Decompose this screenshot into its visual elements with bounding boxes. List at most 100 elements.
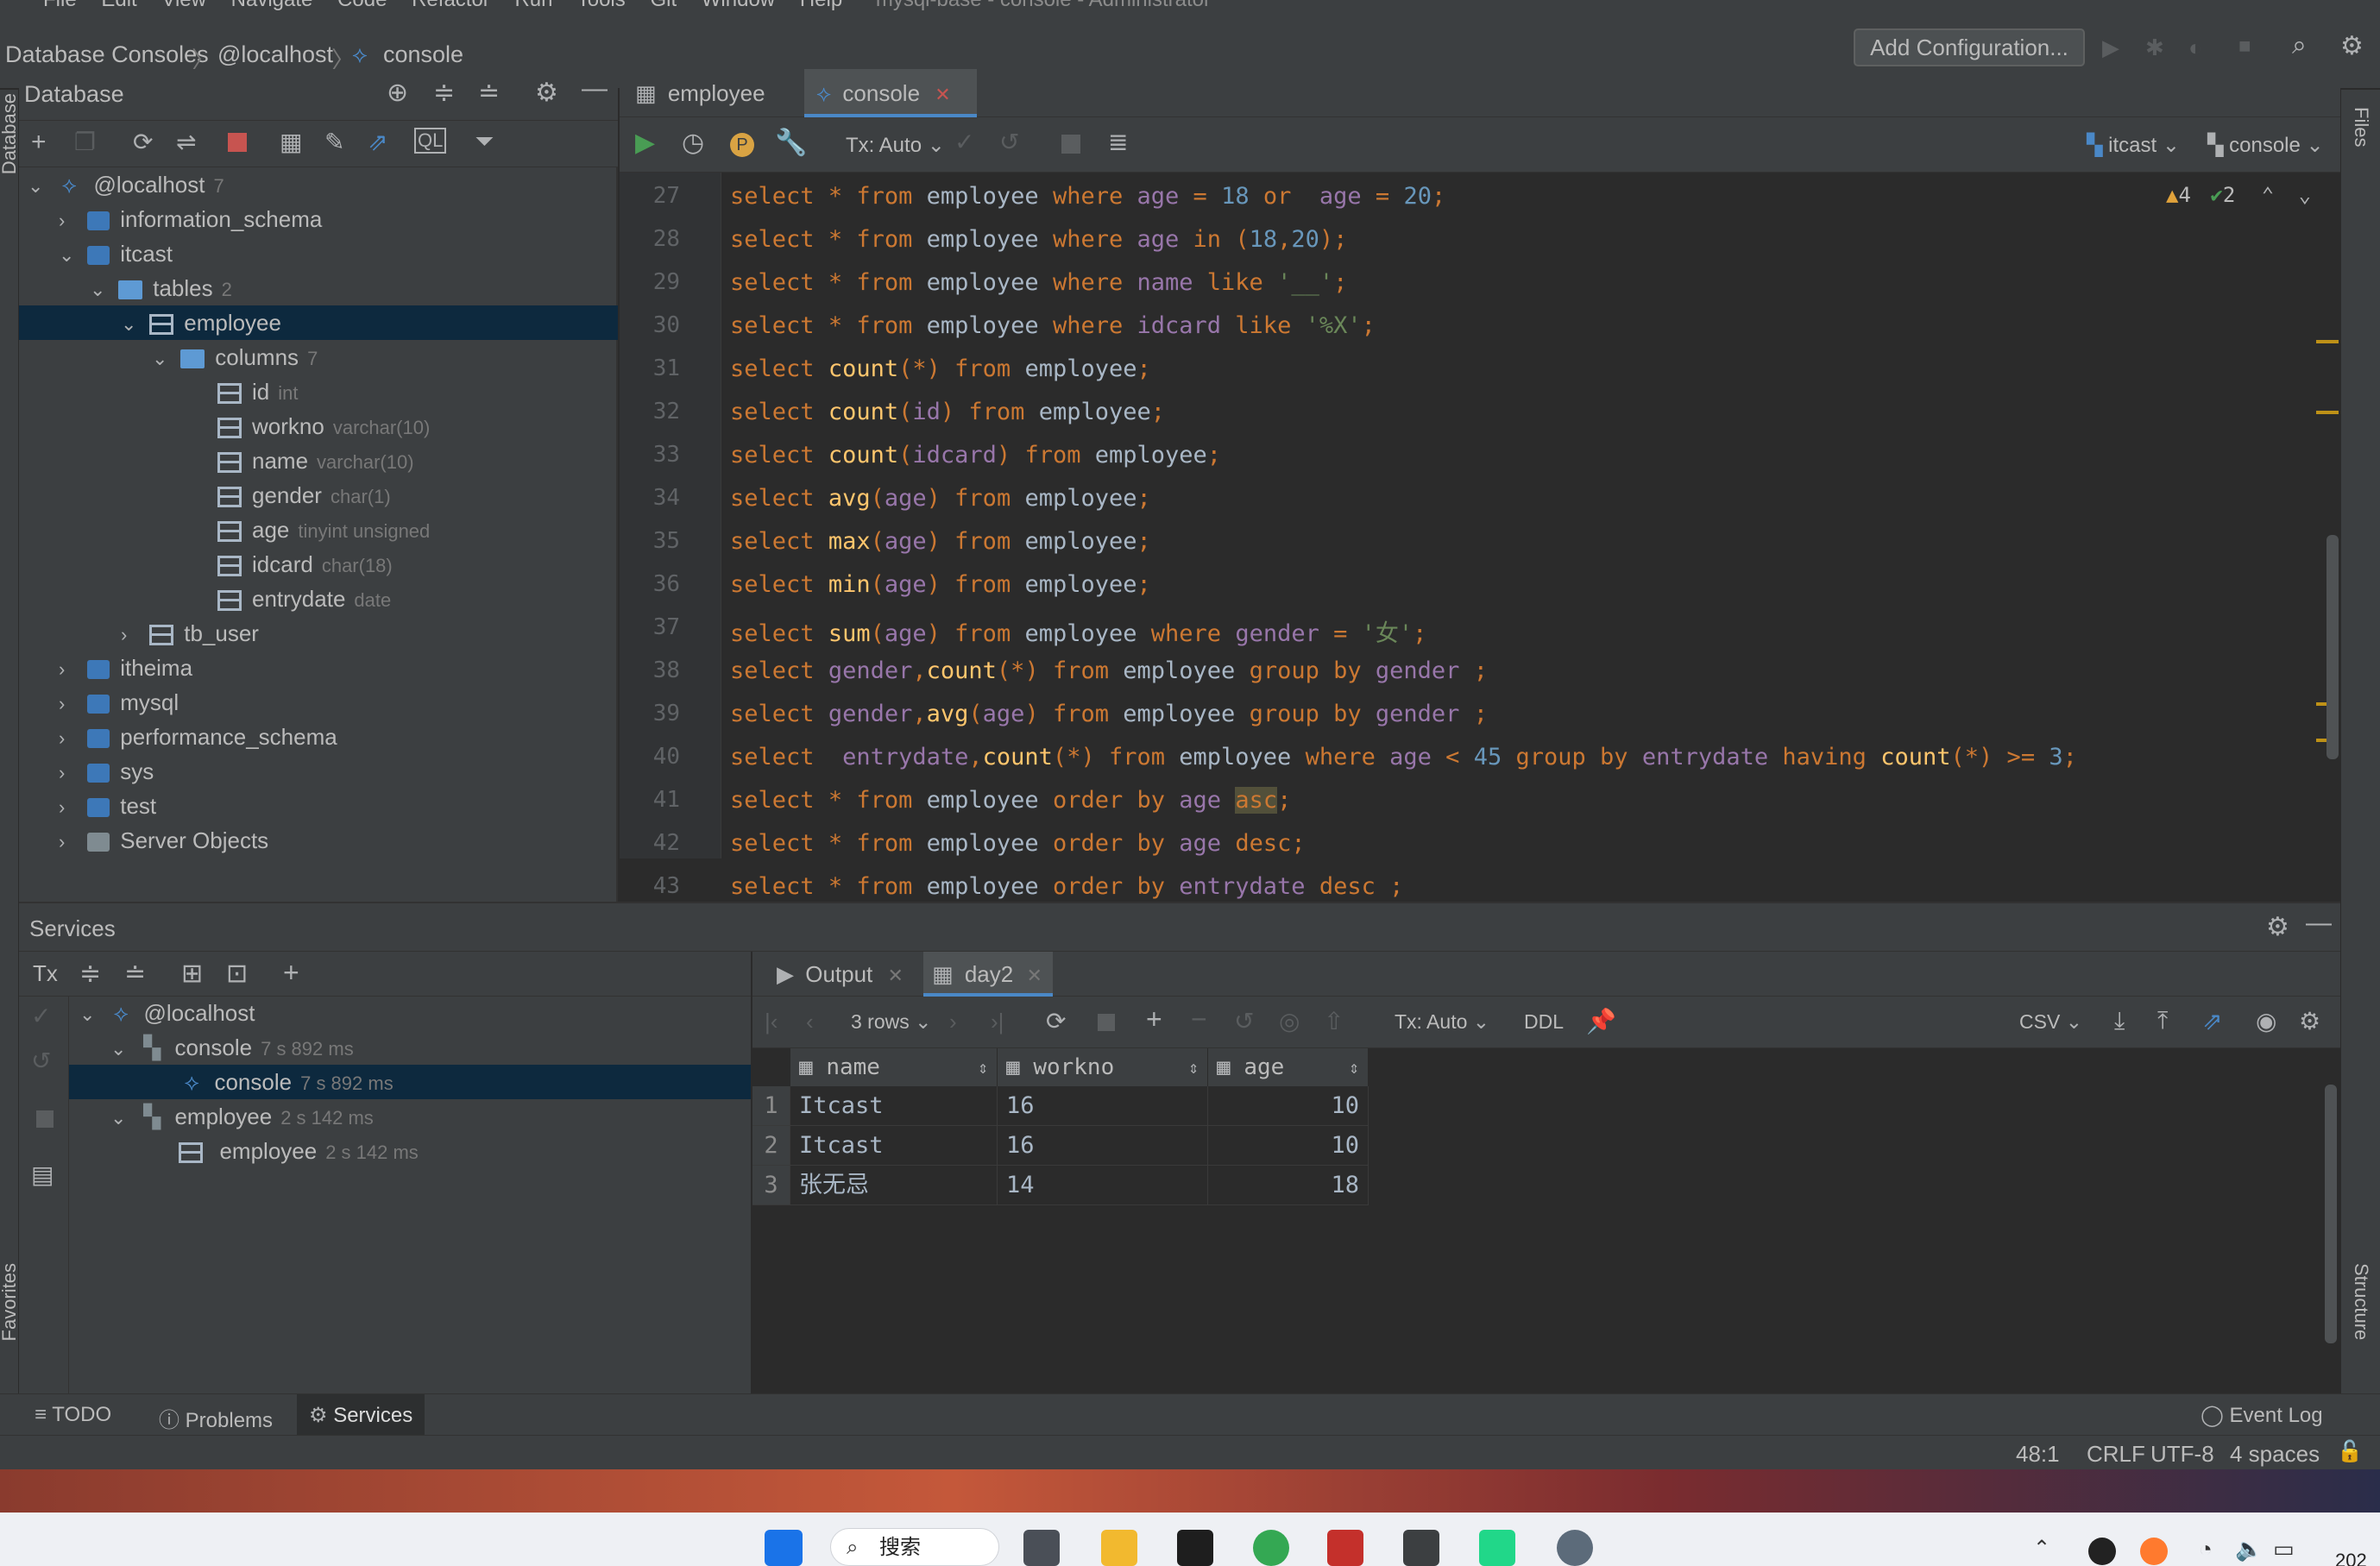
stop-icon[interactable] [36, 1110, 54, 1128]
code-line[interactable]: select * from employee order by age asc; [730, 787, 1291, 814]
menu-file[interactable]: File [43, 0, 77, 11]
refresh-icon[interactable]: ⟳ [1046, 1007, 1066, 1035]
menu-navigate[interactable]: Navigate [231, 0, 313, 11]
code-line[interactable]: select * from employee where age = 18 or… [730, 183, 1445, 210]
menu-help[interactable]: Help [800, 0, 842, 11]
chevron-right-icon[interactable]: › [59, 790, 81, 825]
column-header-workno[interactable]: ▦ workno ⇕ [998, 1048, 1208, 1086]
commit-icon[interactable]: ✓ [954, 128, 974, 156]
tree-item-performance-schema[interactable]: › performance_schema [19, 720, 618, 754]
preview-changes-icon[interactable]: ◎ [1279, 1007, 1300, 1035]
close-icon[interactable]: ✕ [888, 953, 904, 998]
last-page-icon[interactable]: ›| [991, 1009, 1004, 1035]
breadcrumb-console[interactable]: console [383, 41, 463, 68]
menu-refactor[interactable]: Refactor [412, 0, 490, 11]
chevron-down-icon[interactable]: ⌄ [121, 307, 143, 342]
row-number[interactable]: 2 [752, 1126, 790, 1166]
menu-run[interactable]: Run [514, 0, 552, 11]
chevron-right-icon[interactable]: › [121, 618, 143, 652]
code-line[interactable]: select * from employee where idcard like… [730, 312, 1376, 339]
tab-day2[interactable]: ▦ day2 ✕ [923, 952, 1053, 997]
cell-workno[interactable]: 14 [998, 1166, 1208, 1205]
collapse-all-icon[interactable]: ≐ [124, 959, 146, 989]
close-icon[interactable]: ✕ [1026, 953, 1042, 998]
tree-item-employee[interactable]: ⌄ employee [19, 305, 618, 340]
layout-icon[interactable]: ▤ [31, 1160, 54, 1189]
terminal-icon[interactable] [1403, 1530, 1439, 1566]
output-panel-icon[interactable]: ≣ [1108, 128, 1128, 156]
expand-all-icon[interactable]: ≑ [79, 959, 101, 989]
tray-chevron-up-icon[interactable]: ⌃ [2033, 1536, 2050, 1561]
taskbar-search-box[interactable]: ⌕ 搜索 [830, 1528, 999, 1566]
chevron-right-icon[interactable]: › [59, 687, 81, 721]
chevron-right-icon[interactable]: › [59, 204, 81, 238]
app-icon[interactable] [1177, 1530, 1213, 1566]
error-stripe-mark[interactable] [2316, 411, 2339, 414]
event-log-tab[interactable]: ◯ Event Log [2201, 1403, 2323, 1428]
commit-icon[interactable]: ✓ [31, 1002, 51, 1030]
session-switcher[interactable]: ▚ console ⌄ [2207, 133, 2324, 158]
cell-name[interactable]: 张无忌 [790, 1166, 998, 1205]
tray-app-icon[interactable] [2140, 1538, 2168, 1565]
coverage-icon[interactable]: ◐ [2188, 35, 2202, 61]
volume-icon[interactable]: 🔈 [2235, 1536, 2263, 1563]
refresh-icon[interactable]: ⟳ [133, 128, 153, 156]
add-row-icon[interactable]: + [1146, 1003, 1162, 1035]
sync-schema-icon[interactable]: ⇌ [176, 128, 196, 156]
chevron-down-icon[interactable]: ⌄ [59, 238, 81, 273]
revert-icon[interactable]: ↺ [1234, 1007, 1254, 1035]
tree-item-columns[interactable]: ⌄ columns 7 [19, 340, 618, 374]
tree-item-itheima[interactable]: › itheima [19, 651, 618, 685]
code-line[interactable]: select * from employee where age in (18,… [730, 226, 1347, 253]
history-icon[interactable]: ◷ [682, 128, 704, 158]
chevron-down-icon[interactable]: ⌄ [2299, 183, 2311, 207]
settings-icon[interactable]: ⚙ [2299, 1007, 2320, 1035]
stop-icon[interactable] [1061, 135, 1080, 154]
chrome-icon[interactable] [1253, 1530, 1289, 1566]
code-line[interactable]: select min(age) from employee; [730, 571, 1151, 598]
tree-item-sys[interactable]: › sys [19, 754, 618, 789]
app-m-icon[interactable] [1327, 1530, 1363, 1566]
database-tool-window-label[interactable]: Database [0, 93, 21, 174]
schema-switcher[interactable]: ▚ itcast ⌄ [2087, 133, 2180, 158]
sort-icon[interactable]: ⇕ [1349, 1048, 1359, 1086]
cell-age[interactable]: 10 [1208, 1126, 1369, 1166]
copy-icon[interactable]: ❐ [74, 128, 96, 156]
file-encoding[interactable]: UTF-8 [2150, 1441, 2214, 1468]
battery-icon[interactable]: ▭ [2273, 1536, 2295, 1563]
chevron-down-icon[interactable]: ⌄ [110, 1032, 133, 1066]
eye-icon[interactable]: ◉ [2256, 1007, 2276, 1035]
chevron-down-icon[interactable]: ⌄ [152, 342, 174, 376]
code-line[interactable]: select * from employee order by entrydat… [730, 873, 1403, 900]
add-service-icon[interactable]: + [283, 957, 299, 989]
table-view-icon[interactable]: ▦ [280, 128, 302, 156]
locate-icon[interactable]: ⊕ [387, 78, 408, 108]
code-line[interactable]: select gender,count(*) from employee gro… [730, 657, 1488, 684]
first-page-icon[interactable]: |‹ [765, 1009, 778, 1035]
cell-name[interactable]: Itcast [790, 1126, 998, 1166]
tree-item-column-entrydate[interactable]: entrydate date [19, 582, 618, 616]
sort-icon[interactable]: ⇕ [978, 1048, 988, 1086]
menu-edit[interactable]: Edit [101, 0, 136, 11]
minimize-icon[interactable]: — [2306, 909, 2332, 938]
tree-item-column-idcard[interactable]: idcard char(18) [19, 547, 618, 582]
task-view-icon[interactable] [1023, 1530, 1060, 1566]
code-line[interactable]: select count(*) from employee; [730, 355, 1151, 382]
chevron-right-icon[interactable]: › [59, 825, 81, 859]
wrench-icon[interactable]: 🔧 [775, 128, 807, 158]
tree-item-tables[interactable]: ⌄ tables 2 [19, 271, 618, 305]
code-line[interactable]: select entrydate,count(*) from employee … [730, 744, 2077, 770]
breadcrumb-database-consoles[interactable]: Database Consoles [5, 41, 209, 68]
wifi-icon[interactable]: ◔ [2199, 1536, 2213, 1563]
service-item-console-session[interactable]: ⌄ ▚ console 7 s 892 ms [69, 1030, 751, 1065]
new-tab-icon[interactable]: ⊡ [226, 959, 248, 989]
edit-icon[interactable]: ✎ [324, 128, 344, 156]
service-item-console[interactable]: ⟡ console 7 s 892 ms [69, 1065, 751, 1099]
chevron-down-icon[interactable]: ⌄ [110, 1101, 133, 1135]
menu-view[interactable]: View [161, 0, 206, 11]
next-page-icon[interactable]: › [949, 1009, 957, 1035]
editor-scrollbar[interactable] [2326, 535, 2339, 759]
caret-position[interactable]: 48:1 [2016, 1441, 2060, 1468]
row-number[interactable]: 1 [752, 1086, 790, 1126]
tree-item-column-name[interactable]: name varchar(10) [19, 443, 618, 478]
